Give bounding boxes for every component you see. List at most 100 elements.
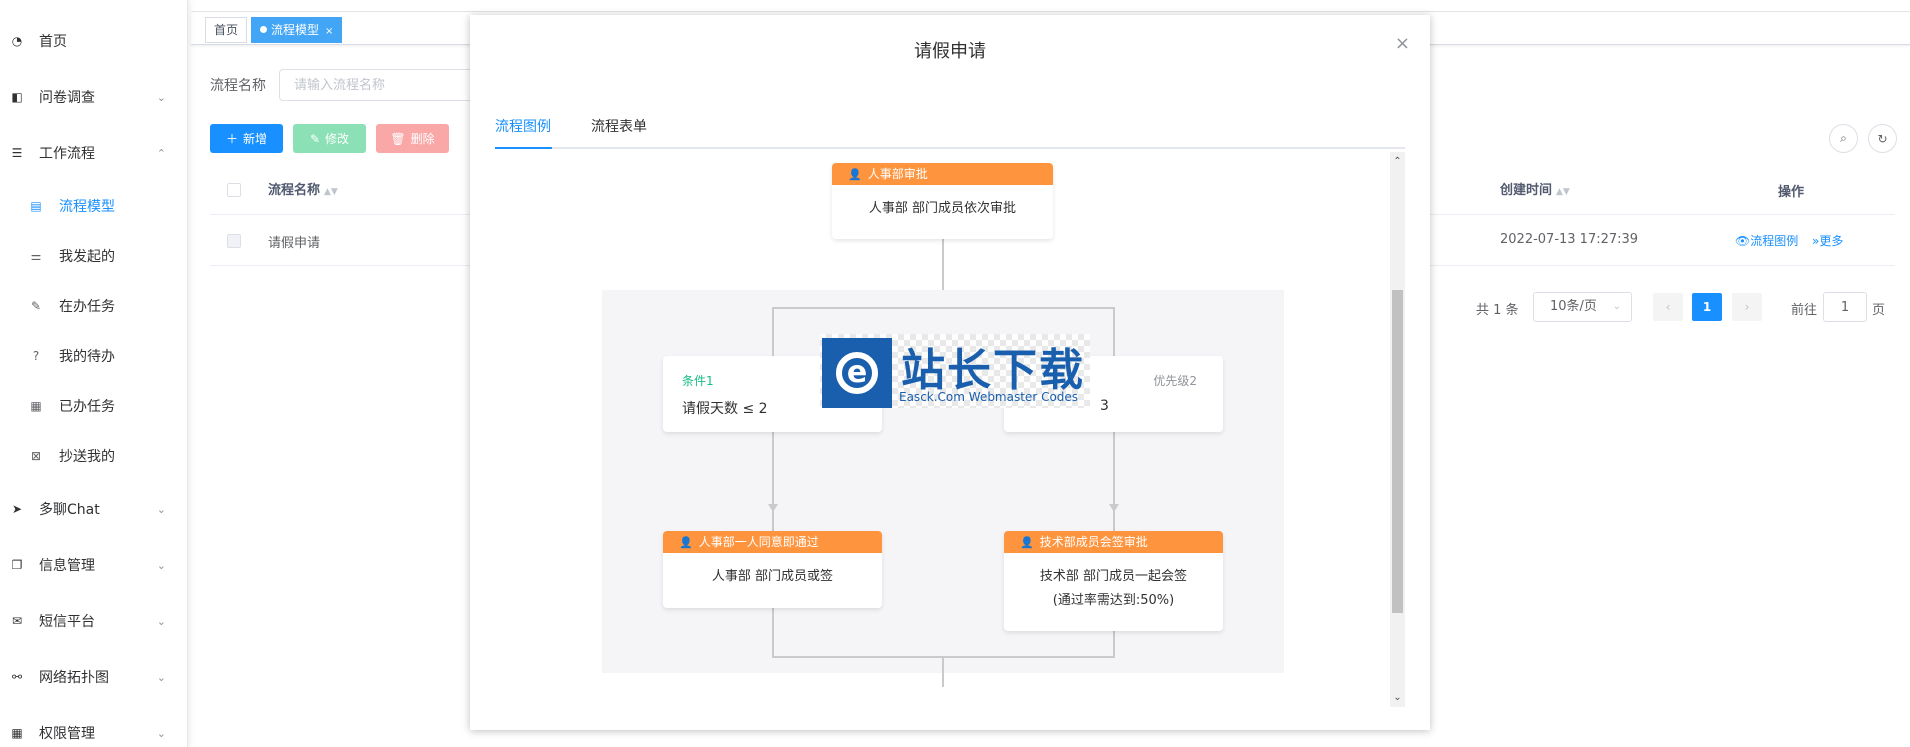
sub-item-initiated[interactable]: ⚌ 我发起的 — [0, 238, 188, 274]
condition-title: 条件1 — [682, 374, 714, 388]
delete-label: 删除 — [410, 132, 435, 146]
node-body-line: (通过率需达到:50%) — [1052, 593, 1175, 608]
approval-node-hr[interactable]: 👤 人事部审批 人事部 部门成员依次审批 — [832, 163, 1053, 239]
condition-text: 3 — [1100, 398, 1109, 414]
arrow-down-icon — [768, 504, 778, 512]
menu-item-chat[interactable]: ➤ 多聊Chat ⌄ — [0, 489, 188, 529]
dialog-title: 请假申请 — [914, 41, 986, 62]
delete-button[interactable]: 🗑 删除 — [376, 124, 449, 153]
plus-icon: ＋ — [225, 132, 238, 146]
scrollbar-thumb[interactable] — [1392, 290, 1403, 613]
edit-button[interactable]: ✎ 修改 — [293, 124, 366, 153]
node-title: 人事部一人同意即通过 — [698, 535, 819, 549]
menu-label: 工作流程 — [39, 146, 95, 162]
column-label: 创建时间 — [1500, 183, 1553, 198]
node-body: 人事部 部门成员或签 — [711, 569, 834, 584]
menu-item-permission[interactable]: ▦ 权限管理 ⌄ — [0, 713, 188, 747]
approval-node-hr-or[interactable]: 👤 人事部一人同意即通过 人事部 部门成员或签 — [663, 531, 882, 608]
search-label: 流程名称 — [210, 78, 266, 94]
sort-icon[interactable]: ▲▼ — [1556, 187, 1570, 197]
chevron-down-icon: ⌄ — [156, 614, 166, 628]
grid-icon: ▦ — [11, 726, 23, 740]
next-page-button[interactable]: › — [1732, 293, 1762, 321]
tab-flow-diagram[interactable]: 流程图例 — [495, 107, 551, 147]
watermark-logo: e — [822, 338, 892, 408]
user-icon: 👤 — [679, 536, 693, 549]
sub-item-done[interactable]: ▦ 已办任务 — [0, 388, 188, 424]
mail-icon: ✉ — [11, 614, 23, 628]
navbar — [191, 0, 1910, 12]
question-icon: ? — [32, 349, 40, 363]
close-icon[interactable]: × — [325, 26, 333, 37]
row-checkbox[interactable] — [227, 234, 241, 248]
menu-label: 问卷调查 — [39, 90, 95, 106]
refresh-button[interactable]: ↻ — [1868, 124, 1897, 153]
sort-icon[interactable]: ▲▼ — [324, 187, 338, 197]
chevron-down-icon[interactable]: ⌄ — [1390, 690, 1405, 705]
tag-home[interactable]: 首页 — [205, 17, 248, 43]
sub-item-in-progress[interactable]: ✎ 在办任务 — [0, 288, 188, 324]
view-diagram-label: 流程图例 — [1750, 234, 1799, 248]
list-icon: ☰ — [11, 146, 23, 160]
page-size-select[interactable]: 10条/页 ⌄ — [1533, 292, 1632, 322]
menu-label: 短信平台 — [39, 614, 95, 630]
menu-item-survey[interactable]: ◧ 问卷调查 ⌄ — [0, 77, 188, 117]
more-link[interactable]: »更多 — [1812, 232, 1843, 249]
chevron-down-icon: ⌄ — [156, 670, 166, 684]
node-header: 👤 技术部成员会签审批 — [1004, 531, 1223, 553]
edit-icon: ✎ — [309, 131, 321, 146]
user-icon: 👤 — [1020, 536, 1034, 549]
image-icon: ⊠ — [30, 449, 42, 463]
connector-line — [942, 657, 944, 687]
tab-flow-form[interactable]: 流程表单 — [591, 107, 647, 147]
tag-process-model[interactable]: 流程模型 × — [251, 17, 343, 43]
view-diagram-link[interactable]: 👁流程图例 — [1735, 232, 1798, 249]
chevron-down-icon: ⌄ — [156, 558, 166, 572]
node-body: 技术部 部门成员一起会签 (通过率需达到:50%) — [1004, 553, 1223, 613]
row-created: 2022-07-13 17:27:39 — [1500, 232, 1639, 247]
sub-item-cc[interactable]: ⊠ 抄送我的 — [0, 438, 188, 474]
dot-icon — [260, 26, 267, 33]
connector-line — [772, 307, 1115, 309]
doc-edit-icon: ▤ — [30, 199, 42, 213]
sub-label: 抄送我的 — [59, 449, 115, 465]
sub-label: 流程模型 — [59, 199, 115, 215]
column-name[interactable]: 流程名称 ▲▼ — [268, 179, 338, 198]
flow-canvas: 👤人事部审批 人事部 部门成员依次审批 条件1 优 请假天数 ≤ 2 优先级2 … — [495, 150, 1395, 705]
menu-label: 权限管理 — [39, 726, 95, 742]
sub-item-todo[interactable]: ? 我的待办 — [0, 338, 188, 374]
node-body: 人事部 部门成员依次审批 — [868, 201, 1017, 216]
goto-page-input[interactable] — [1823, 292, 1867, 322]
chevron-down-icon: ⌄ — [156, 502, 166, 516]
add-button[interactable]: ＋ 新增 — [210, 124, 283, 153]
chevron-up-icon[interactable]: ⌃ — [1390, 154, 1405, 169]
eye-icon: 👁 — [1735, 234, 1751, 248]
page-size-value: 10条/页 — [1550, 299, 1597, 314]
approval-node-tech-and[interactable]: 👤 技术部成员会签审批 技术部 部门成员一起会签 (通过率需达到:50%) — [1004, 531, 1223, 631]
column-created[interactable]: 创建时间 ▲▼ — [1500, 179, 1570, 198]
menu-item-home[interactable]: ◔ 首页 — [0, 21, 188, 61]
sub-label: 已办任务 — [59, 399, 115, 415]
edit-icon: ✎ — [30, 299, 42, 313]
prev-page-button[interactable]: ‹ — [1653, 293, 1683, 321]
search-input[interactable] — [279, 69, 479, 101]
search-toggle-button[interactable]: ⌕ — [1829, 124, 1858, 153]
select-all-checkbox[interactable] — [227, 183, 241, 197]
tag-label: 流程模型 — [271, 23, 320, 37]
sub-label: 我的待办 — [59, 349, 115, 365]
page-number-1[interactable]: 1 — [1692, 293, 1722, 321]
menu-item-info[interactable]: ❐ 信息管理 ⌄ — [0, 545, 188, 585]
copy-icon: ❐ — [11, 558, 23, 572]
canvas-scrollbar[interactable]: ⌃ ⌄ — [1390, 152, 1405, 707]
menu-item-sms[interactable]: ✉ 短信平台 ⌄ — [0, 601, 188, 641]
sub-item-process-model[interactable]: ▤ 流程模型 — [0, 188, 188, 224]
node-header: 👤 人事部一人同意即通过 — [663, 531, 882, 553]
menu-label: 信息管理 — [39, 558, 95, 574]
close-icon[interactable]: × — [1395, 33, 1410, 54]
menu-label: 多聊Chat — [39, 502, 100, 518]
menu-item-workflow[interactable]: ☰ 工作流程 ⌃ — [0, 133, 188, 173]
menu-label: 首页 — [39, 34, 67, 50]
book-icon: ◧ — [11, 90, 23, 104]
column-label: 流程名称 — [268, 183, 321, 198]
menu-item-topology[interactable]: ⚯ 网络拓扑图 ⌄ — [0, 657, 188, 697]
